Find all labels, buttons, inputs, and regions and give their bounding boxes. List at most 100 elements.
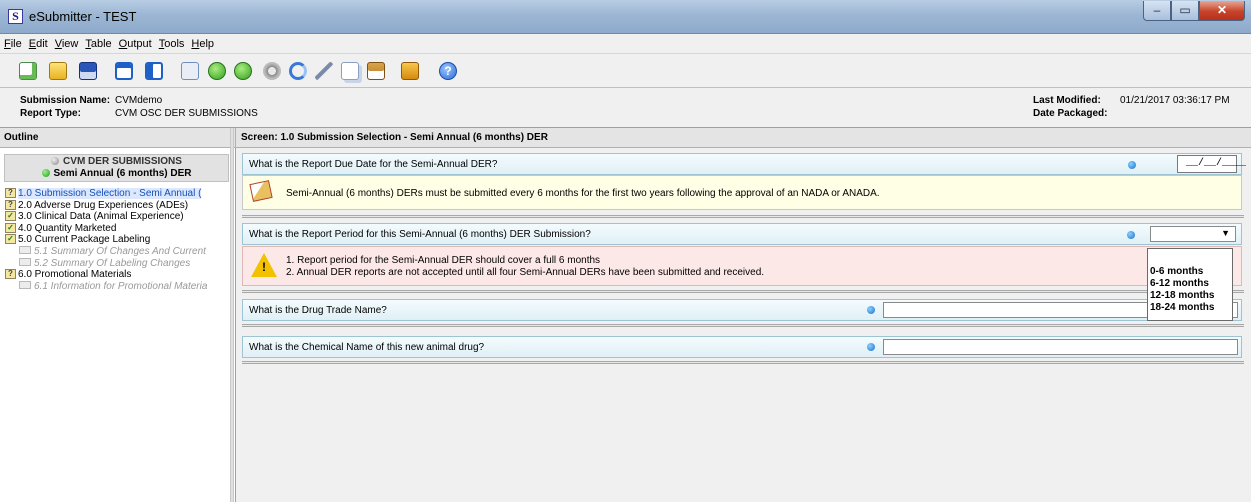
tree-item-4-0[interactable]: ✓ 4.0 Quantity Marketed: [5, 222, 231, 234]
outline-tree: ? 1.0 Submission Selection - Semi Annual …: [5, 188, 231, 292]
tree-item-6-0[interactable]: ? 6.0 Promotional Materials: [5, 269, 231, 280]
question-label: What is the Report Period for this Semi-…: [249, 229, 591, 240]
question-label: What is the Report Due Date for the Semi…: [249, 159, 498, 170]
submission-info: Submission Name: CVMdemo Report Type: CV…: [0, 88, 1251, 128]
tree-item-2-0[interactable]: ? 2.0 Adverse Drug Experiences (ADEs): [5, 199, 231, 211]
report-type-value: CVM OSC DER SUBMISSIONS: [115, 108, 258, 119]
required-indicator-icon: [1128, 161, 1136, 169]
warning-line-1: 1. Report period for the Semi-Annual DER…: [286, 255, 601, 266]
warning-note: ! 1. Report period for the Semi-Annual D…: [242, 246, 1242, 286]
incomplete-status-icon: ?: [5, 269, 16, 280]
menu-bar: File Edit View Table Output Tools Help: [0, 34, 1251, 53]
open-folder-icon[interactable]: [46, 59, 70, 83]
copy-icon[interactable]: [338, 59, 362, 83]
screen-pane: What is the Report Due Date for the Semi…: [236, 148, 1251, 502]
menu-tools[interactable]: Tools: [159, 38, 185, 50]
menu-edit[interactable]: Edit: [29, 38, 48, 50]
dropdown-option[interactable]: 12-18 months: [1148, 290, 1232, 302]
section-divider: [242, 215, 1244, 218]
report-type-label: Report Type:: [20, 108, 81, 119]
window-split-vertical-icon[interactable]: [142, 59, 166, 83]
paste-icon[interactable]: [364, 59, 388, 83]
chevron-down-icon: ▼: [1221, 228, 1230, 238]
tree-item-6-1[interactable]: 6.1 Information for Promotional Materia: [5, 280, 231, 292]
question-report-period: What is the Report Period for this Semi-…: [242, 223, 1242, 245]
outline-group-subtitle: Semi Annual (6 months) DER: [53, 168, 192, 179]
menu-view[interactable]: View: [55, 38, 79, 50]
gears-icon[interactable]: [260, 59, 284, 83]
tree-item-5-2[interactable]: 5.2 Summary Of Labeling Changes: [5, 257, 231, 269]
green-status-dot-icon: [41, 169, 50, 177]
incomplete-status-icon: ?: [5, 188, 16, 198]
title-bar: S eSubmitter - TEST – ▭ ✕: [0, 0, 1251, 34]
screen-header: Screen: 1.0 Submission Selection - Semi …: [236, 128, 1251, 148]
menu-file[interactable]: File: [4, 38, 22, 50]
incomplete-status-icon: ?: [5, 199, 16, 210]
report-due-date-field[interactable]: __/__/____: [1177, 155, 1246, 173]
question-label: What is the Chemical Name of this new an…: [249, 342, 485, 353]
chemical-name-input[interactable]: [883, 339, 1238, 355]
date-packaged-label: Date Packaged:: [1033, 108, 1108, 119]
complete-status-icon: ✓: [5, 222, 16, 233]
question-drug-trade-name: What is the Drug Trade Name?: [242, 299, 1242, 321]
report-period-select[interactable]: ▼: [1150, 226, 1236, 242]
window-title: eSubmitter - TEST: [29, 9, 137, 24]
close-button[interactable]: ✕: [1199, 1, 1245, 21]
last-modified-label: Last Modified:: [1033, 95, 1101, 106]
last-modified-value: 01/21/2017 03:36:17 PM: [1120, 95, 1230, 106]
complete-status-icon: ✓: [5, 211, 16, 222]
folder-icon: [19, 280, 31, 289]
note-icon: [249, 180, 273, 202]
dropdown-option[interactable]: 6-12 months: [1148, 278, 1232, 290]
question-label: What is the Drug Trade Name?: [249, 305, 387, 316]
help-icon[interactable]: ?: [436, 59, 460, 83]
question-report-due-date: What is the Report Due Date for the Semi…: [242, 153, 1246, 175]
question-chemical-name: What is the Chemical Name of this new an…: [242, 336, 1242, 358]
cut-icon[interactable]: [312, 59, 336, 83]
report-period-dropdown-list: 0-6 months 6-12 months 12-18 months 18-2…: [1147, 248, 1233, 321]
section-divider: [242, 290, 1244, 293]
info-note: Semi-Annual (6 months) DERs must be subm…: [242, 175, 1242, 210]
dropdown-option-blank[interactable]: [1148, 249, 1232, 266]
section-divider: [242, 361, 1244, 364]
forward-arrow-icon[interactable]: [231, 59, 255, 83]
section-divider: [242, 324, 1244, 327]
save-icon[interactable]: [76, 59, 100, 83]
pane-splitter[interactable]: [230, 128, 234, 502]
outline-group-title: CVM DER SUBMISSIONS: [63, 156, 182, 167]
tree-item-3-0[interactable]: ✓ 3.0 Clinical Data (Animal Experience): [5, 211, 231, 222]
submission-name-label: Submission Name:: [20, 95, 111, 106]
tree-item-5-0[interactable]: ✓ 5.0 Current Package Labeling: [5, 234, 231, 245]
outline-header: Outline: [0, 128, 236, 148]
back-arrow-icon[interactable]: [205, 59, 229, 83]
required-indicator-icon: [867, 306, 875, 314]
warning-line-2: 2. Annual DER reports are not accepted u…: [286, 267, 765, 278]
info-note-text: Semi-Annual (6 months) DERs must be subm…: [286, 188, 880, 199]
outline-group-header: CVM DER SUBMISSIONS Semi Annual (6 month…: [4, 154, 229, 182]
menu-table[interactable]: Table: [85, 38, 111, 50]
minimize-button[interactable]: –: [1143, 1, 1171, 21]
tree-item-1-0[interactable]: ? 1.0 Submission Selection - Semi Annual …: [5, 188, 231, 199]
required-indicator-icon: [867, 343, 875, 351]
folder-icon: [19, 245, 31, 254]
menu-output[interactable]: Output: [119, 38, 152, 50]
window-split-horizontal-icon[interactable]: [112, 59, 136, 83]
tree-item-5-1[interactable]: 5.1 Summary Of Changes And Current: [5, 245, 231, 257]
status-dot-icon: [51, 157, 60, 165]
maximize-button[interactable]: ▭: [1171, 1, 1199, 21]
menu-help[interactable]: Help: [191, 38, 214, 50]
refresh-icon[interactable]: [286, 59, 310, 83]
dropdown-option[interactable]: 18-24 months: [1148, 302, 1232, 314]
home-icon[interactable]: [178, 59, 202, 83]
new-document-icon[interactable]: [16, 59, 40, 83]
window-controls: – ▭ ✕: [1143, 1, 1245, 21]
folder-icon: [19, 257, 31, 266]
dropdown-option[interactable]: 0-6 months: [1148, 266, 1232, 278]
package-icon[interactable]: [398, 59, 422, 83]
required-indicator-icon: [1127, 231, 1135, 239]
app-icon: S: [8, 9, 23, 24]
toolbar: ?: [0, 53, 1251, 88]
outline-pane: CVM DER SUBMISSIONS Semi Annual (6 month…: [0, 148, 236, 502]
submission-name-value: CVMdemo: [115, 95, 163, 106]
complete-status-icon: ✓: [5, 234, 16, 245]
